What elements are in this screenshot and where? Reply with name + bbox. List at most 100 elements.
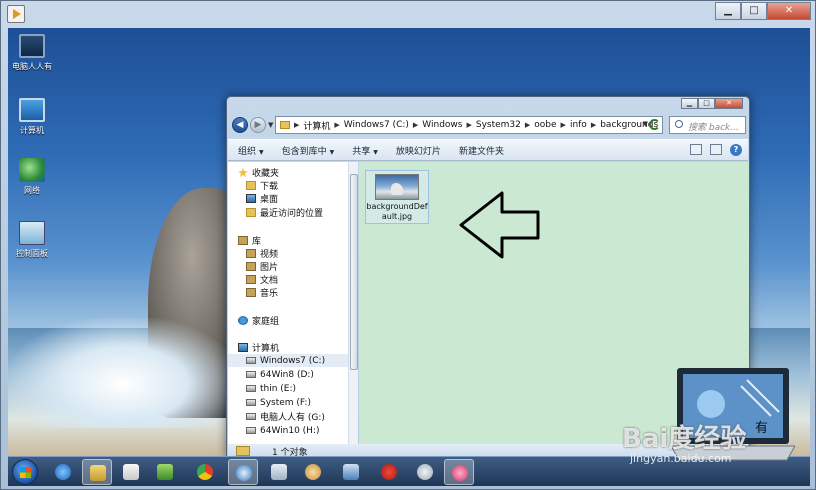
videos-icon — [246, 249, 256, 258]
nav-computer[interactable]: 计算机 — [238, 341, 348, 354]
nav-drive-c[interactable]: Windows7 (C:) — [228, 354, 348, 367]
desktop-icon-label: 电脑人人有 — [12, 62, 52, 71]
folder-icon — [280, 121, 290, 129]
drive-icon — [246, 357, 256, 364]
nav-libraries[interactable]: 库 — [238, 234, 348, 247]
annotation-arrow — [459, 191, 540, 259]
nav-drive-g[interactable]: 电脑人人有 (G:) — [246, 410, 348, 423]
start-button[interactable] — [12, 459, 38, 485]
nav-drive-e[interactable]: thin (E:) — [246, 382, 348, 395]
desktop-icon-computer[interactable]: 计算机 — [10, 98, 54, 136]
desktop-icon-label: 计算机 — [20, 126, 44, 135]
vm-close-button[interactable]: ✕ — [767, 2, 811, 20]
control-panel-icon — [19, 221, 45, 245]
file-name: backgroundDefault.jpg — [366, 202, 428, 221]
breadcrumb-item[interactable]: oobe — [534, 120, 556, 130]
desktop-icon-diannao[interactable]: 电脑人人有 — [10, 34, 54, 72]
nav-recent[interactable]: 最近访问的位置 — [246, 206, 348, 219]
explorer-close-button[interactable]: ✕ — [715, 98, 743, 109]
media-player-icon — [123, 464, 139, 480]
address-dropdown-icon[interactable]: ▼ — [643, 120, 648, 128]
drive-icon — [246, 427, 256, 434]
nav-desktop[interactable]: 桌面 — [246, 192, 348, 205]
vmware-app-icon — [7, 5, 25, 23]
back-button[interactable]: ◀ — [232, 117, 248, 133]
taskbar-app7[interactable] — [264, 459, 294, 485]
breadcrumb-item[interactable]: Windows — [422, 120, 462, 130]
taskbar-app11[interactable] — [410, 459, 440, 485]
taskbar-chrome[interactable] — [190, 459, 220, 485]
item-count: 1 个对象 — [272, 447, 308, 457]
taskbar-explorer[interactable] — [82, 459, 112, 485]
nav-homegroup[interactable]: 家庭组 — [238, 314, 348, 327]
taskbar-media[interactable] — [116, 459, 146, 485]
flag-icon — [157, 464, 173, 480]
taskbar-app9[interactable] — [336, 459, 366, 485]
taskbar-app6[interactable] — [228, 459, 258, 485]
file-item[interactable]: backgroundDefault.jpg — [365, 170, 429, 224]
folder-icon — [236, 446, 250, 456]
pictures-icon — [246, 262, 256, 271]
recent-pages-dropdown[interactable]: ▼ — [268, 121, 273, 129]
nav-scrollbar-thumb[interactable] — [350, 174, 358, 370]
desktop-icon-network[interactable]: 网络 — [10, 158, 54, 196]
breadcrumb-item[interactable]: Windows7 (C:) — [344, 120, 409, 130]
vm-maximize-button[interactable]: □ — [741, 2, 767, 20]
drive-icon — [246, 399, 256, 406]
taskbar-chess[interactable] — [374, 459, 404, 485]
desktop-icon — [246, 194, 256, 203]
nav-videos[interactable]: 视频 — [246, 247, 348, 260]
music-icon — [246, 288, 256, 297]
explorer-minimize-button[interactable]: ▁ — [681, 98, 698, 109]
nav-drive-d[interactable]: 64Win8 (D:) — [246, 368, 348, 381]
navigation-row: ◀ ▶ ▼ ▶ 计算机 ▶ Windows7 (C:) ▶ Windows ▶ … — [232, 116, 746, 136]
globe-icon — [236, 465, 252, 481]
image-thumbnail — [375, 174, 419, 200]
explorer-maximize-button[interactable]: □ — [698, 98, 715, 109]
paint-icon — [305, 464, 321, 480]
nav-drive-f[interactable]: System (F:) — [246, 396, 348, 409]
nav-drive-h[interactable]: 64Win10 (H:) — [246, 424, 348, 437]
screen-icon — [343, 464, 359, 480]
taskbar-app4[interactable] — [150, 459, 180, 485]
organize-button[interactable]: 组织 ▼ — [238, 144, 264, 157]
help-icon[interactable]: ? — [730, 144, 742, 156]
breadcrumb-item[interactable]: info — [570, 120, 587, 130]
nav-music[interactable]: 音乐 — [246, 286, 348, 299]
forward-button[interactable]: ▶ — [250, 117, 266, 133]
slideshow-button[interactable]: 放映幻灯片 — [396, 144, 441, 157]
preview-pane-icon[interactable] — [710, 144, 722, 155]
refresh-icon[interactable] — [649, 119, 660, 130]
taskbar-paint[interactable] — [298, 459, 328, 485]
address-bar[interactable]: ▶ 计算机 ▶ Windows7 (C:) ▶ Windows ▶ System… — [275, 116, 663, 134]
chess-icon — [381, 464, 397, 480]
vm-minimize-button[interactable]: ▁ — [715, 2, 741, 20]
cartoon-icon — [452, 465, 468, 481]
wallpaper-splash — [8, 318, 238, 428]
breadcrumb-item[interactable]: 计算机 — [303, 119, 330, 132]
desktop-icon-control-panel[interactable]: 控制面板 — [10, 221, 54, 259]
search-icon — [675, 120, 683, 128]
new-folder-button[interactable]: 新建文件夹 — [459, 144, 504, 157]
vm-titlebar: ▁ □ ✕ — [1, 1, 816, 29]
change-view-icon[interactable] — [690, 144, 702, 155]
drive-icon — [246, 413, 256, 420]
nav-downloads[interactable]: 下载 — [246, 179, 348, 192]
drive-icon — [246, 371, 256, 378]
include-in-library-button[interactable]: 包含到库中 ▼ — [282, 144, 335, 157]
nav-pictures[interactable]: 图片 — [246, 260, 348, 273]
nav-documents[interactable]: 文档 — [246, 273, 348, 286]
computer-icon — [19, 98, 45, 122]
nav-scrollbar[interactable] — [348, 162, 358, 444]
folder-icon — [90, 465, 106, 481]
breadcrumb-item[interactable]: System32 — [476, 120, 521, 130]
document-icon — [271, 464, 287, 480]
nav-favorites[interactable]: 收藏夹 — [238, 166, 348, 179]
gear-icon — [417, 464, 433, 480]
taskbar-app12[interactable] — [444, 459, 474, 485]
network-icon — [19, 158, 45, 182]
command-bar: 组织 ▼ 包含到库中 ▼ 共享 ▼ 放映幻灯片 新建文件夹 ? — [228, 139, 748, 161]
taskbar-ie[interactable] — [48, 459, 78, 485]
desktop-icon-label: 网络 — [24, 186, 40, 195]
share-button[interactable]: 共享 ▼ — [352, 144, 378, 157]
